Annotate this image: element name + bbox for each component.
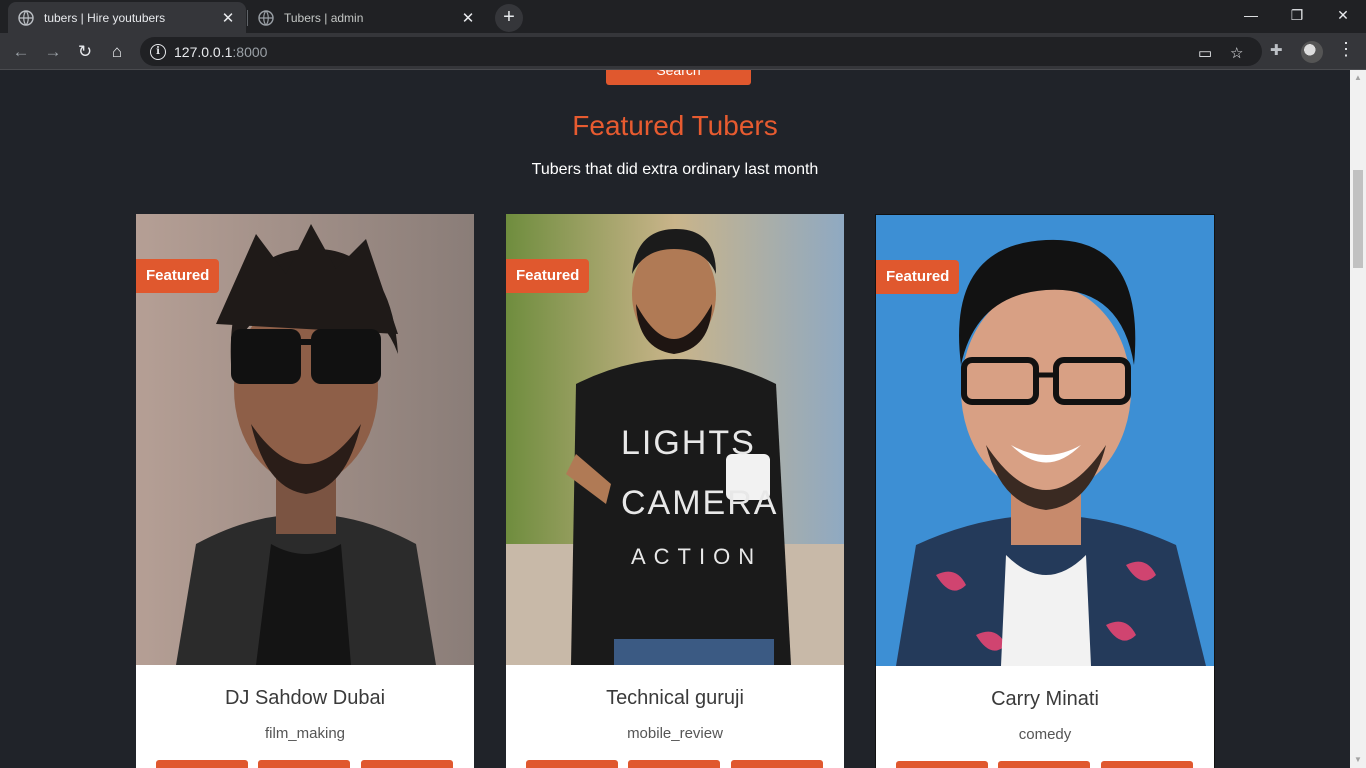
tab-tubers-hire[interactable]: tubers | Hire youtubers ✕ [8, 2, 246, 33]
scroll-down-arrow-icon[interactable]: ▼ [1350, 752, 1366, 768]
tuber-category: mobile_review [627, 725, 723, 742]
cast-icon[interactable]: ▭ [1198, 44, 1212, 62]
forward-arrow-icon[interactable]: → [40, 39, 66, 65]
section-subtitle: Tubers that did extra ordinary last mont… [531, 161, 819, 178]
tab-strip: tubers | Hire youtubers ✕ Tubers | admin… [0, 0, 1366, 33]
scroll-up-arrow-icon[interactable]: ▲ [1350, 70, 1366, 86]
close-tab-icon[interactable]: ✕ [220, 9, 236, 27]
tuber-category: film_making [264, 725, 346, 742]
tuber-card[interactable]: Featured DJ Sahdow Dubai film_making [136, 214, 474, 768]
url-host: 127.0.0.1 [174, 43, 233, 60]
close-window-icon[interactable]: ✕ [1320, 0, 1366, 30]
featured-badge: Featured [876, 260, 960, 294]
globe-icon [258, 9, 274, 26]
section-title: Featured Tubers [572, 110, 778, 141]
featured-badge: Featured [506, 259, 590, 293]
search-button[interactable]: Search [606, 70, 751, 85]
tuber-name[interactable]: DJ Sahdow Dubai [136, 687, 474, 710]
scrollbar-thumb[interactable] [1353, 170, 1363, 268]
svg-text:ACTION: ACTION [631, 544, 762, 569]
tab-title: tubers | Hire youtubers [44, 10, 166, 25]
tuber-name[interactable]: Technical guruji [506, 687, 844, 710]
browser-toolbar: ← → ↻ ⌂ i 127.0.0.1:8000 ▭ ☆ ✚ ⋮ [0, 33, 1366, 70]
card-action-button[interactable] [998, 761, 1090, 768]
new-tab-button[interactable]: + [495, 4, 523, 32]
reload-icon[interactable]: ↻ [72, 39, 98, 65]
home-icon[interactable]: ⌂ [104, 39, 130, 65]
card-action-button[interactable] [361, 760, 453, 768]
kebab-menu-icon[interactable]: ⋮ [1337, 39, 1355, 60]
featured-badge: Featured [136, 259, 220, 293]
star-icon[interactable]: ☆ [1230, 44, 1243, 62]
card-action-button[interactable] [896, 761, 988, 768]
card-action-button[interactable] [628, 760, 720, 768]
tab-title: Tubers | admin [284, 10, 364, 25]
card-action-button[interactable] [526, 760, 618, 768]
page-viewport: Search Featured Tubers Tubers that did e… [0, 70, 1350, 768]
tuber-name[interactable]: Carry Minati [876, 688, 1214, 711]
tuber-category: comedy [1018, 726, 1072, 743]
svg-text:CAMERA: CAMERA [621, 484, 778, 522]
back-arrow-icon[interactable]: ← [8, 39, 34, 65]
close-tab-icon[interactable]: ✕ [460, 9, 476, 27]
globe-icon [18, 9, 34, 26]
address-bar[interactable]: i 127.0.0.1:8000 ▭ ☆ [140, 37, 1262, 66]
restore-icon[interactable]: ❐ [1274, 0, 1320, 30]
puzzle-icon[interactable]: ✚ [1270, 41, 1283, 59]
minimize-icon[interactable]: — [1228, 0, 1274, 30]
vertical-scrollbar[interactable]: ▲ ▼ [1350, 70, 1366, 768]
tuber-card[interactable]: LIGHTS CAMERA ACTION Featured Technical … [506, 214, 844, 768]
card-action-button[interactable] [1101, 761, 1193, 768]
card-action-button[interactable] [731, 760, 823, 768]
url-port: :8000 [232, 43, 268, 60]
svg-text:LIGHTS: LIGHTS [621, 424, 756, 462]
avatar[interactable] [1301, 41, 1323, 63]
card-action-button[interactable] [156, 760, 248, 768]
tab-tubers-admin[interactable]: Tubers | admin ✕ [248, 2, 486, 33]
tuber-card[interactable]: Featured Carry Minati comedy [875, 214, 1215, 768]
info-icon[interactable]: i [150, 43, 166, 60]
card-action-button[interactable] [258, 760, 350, 768]
